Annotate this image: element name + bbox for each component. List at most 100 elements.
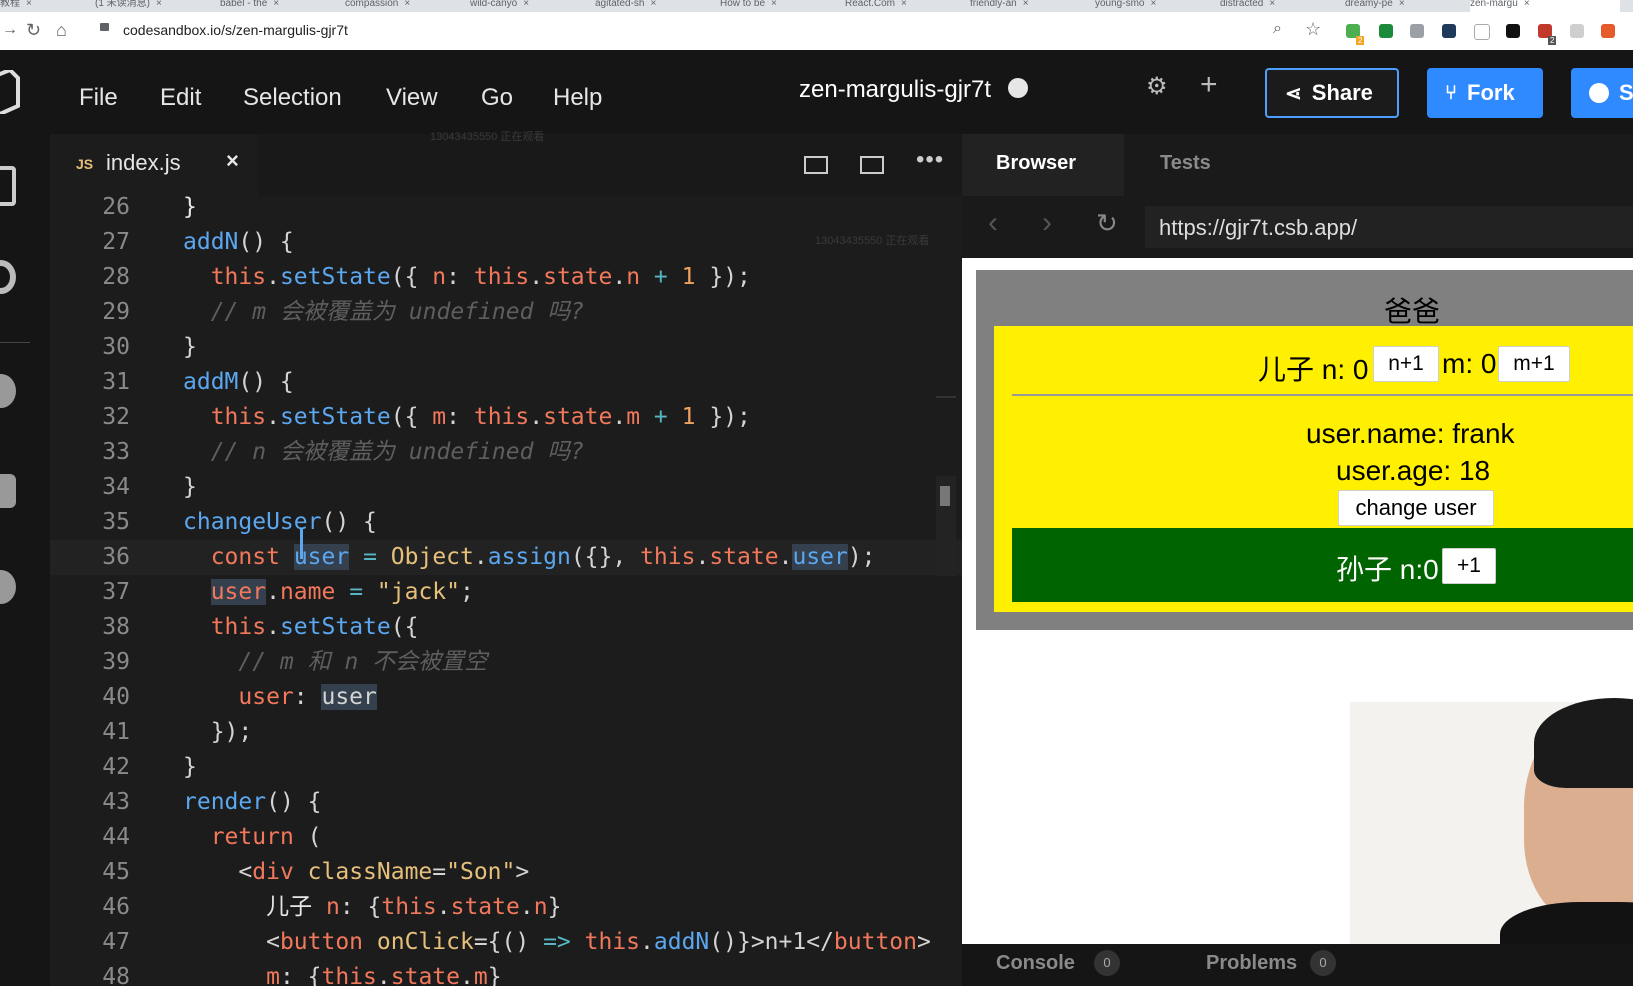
browser-tab[interactable]: How to be × [720,0,830,12]
github-icon[interactable] [0,374,16,408]
tab-browser[interactable]: Browser [962,134,1124,196]
code-line[interactable]: 40 user: user [50,680,962,715]
close-tab-icon[interactable]: × [1023,0,1029,9]
menu-selection[interactable]: Selection [243,84,342,112]
code-line[interactable]: 26} [50,196,962,225]
tab-tests[interactable]: Tests [1124,134,1254,196]
close-tab-icon[interactable]: × [26,0,32,9]
browser-tab[interactable]: babel - the × [220,0,330,12]
extension-icon[interactable] [1442,24,1456,38]
url-field[interactable]: codesandbox.io/s/zen-margulis-gjr7t [123,22,348,38]
menu-help[interactable]: Help [553,84,602,112]
browser-tab[interactable]: React.Com × [845,0,955,12]
extension-icon[interactable] [1570,24,1584,38]
code-line[interactable]: 41 }); [50,715,962,750]
close-tab-icon[interactable]: × [1150,0,1156,9]
code-line[interactable]: 31 addM() { [50,365,962,400]
github-signin-button[interactable]: S [1571,68,1633,118]
m-plus-button[interactable]: m+1 [1498,346,1570,382]
code-line[interactable]: 42} [50,750,962,785]
extension-icon[interactable] [1474,24,1490,40]
code-line[interactable]: 39 // m 和 n 不会被置空 [50,645,962,680]
code-text: m: {this.state.m} [266,964,502,986]
browser-tab[interactable]: distracted × [1220,0,1330,12]
forward-icon[interactable]: › [1042,206,1052,240]
home-icon[interactable]: ⌂ [56,20,67,41]
code-line[interactable]: 30} [50,330,962,365]
browser-tab[interactable]: agitated-sh × [595,0,705,12]
browser-tab[interactable]: wild-canyo × [470,0,580,12]
code-line[interactable]: 44 return ( [50,820,962,855]
close-tab-icon[interactable]: × [156,0,162,9]
extension-icon[interactable] [1601,24,1615,38]
close-tab-icon[interactable]: × [1524,0,1530,9]
menu-edit[interactable]: Edit [160,84,201,112]
gear-icon[interactable]: ⚙ [1146,72,1168,101]
close-tab-icon[interactable]: × [771,0,777,9]
change-user-button[interactable]: change user [1338,490,1494,526]
code-line[interactable]: 28 this.setState({ n: this.state.n + 1 }… [50,260,962,295]
preview-url-input[interactable]: https://gjr7t.csb.app/ [1145,206,1633,248]
code-line[interactable]: 29 // m 会被覆盖为 undefined 吗? [50,295,962,330]
code-line[interactable]: 34} [50,470,962,505]
extension-icon[interactable] [1506,24,1520,38]
n-plus-button[interactable]: n+1 [1373,346,1439,382]
close-icon[interactable]: × [226,148,239,174]
close-tab-icon[interactable]: × [1269,0,1275,9]
code-line[interactable]: 38 this.setState({ [50,610,962,645]
close-tab-icon[interactable]: × [523,0,529,9]
reload-icon[interactable]: ↻ [26,20,41,41]
close-tab-icon[interactable]: × [650,0,656,9]
close-tab-icon[interactable]: × [273,0,279,9]
menu-file[interactable]: File [79,84,118,112]
fork-button[interactable]: ⑂ Fork [1427,68,1543,118]
code-line[interactable]: 37 user.name = "jack"; [50,575,962,610]
problems-tab[interactable]: Problems [1206,952,1297,975]
plus-icon[interactable]: + [1200,68,1218,102]
close-tab-icon[interactable]: × [1399,0,1405,9]
deploy-icon[interactable] [0,474,16,508]
code-line[interactable]: 46 儿子 n: {this.state.n} [50,890,962,925]
browser-tab-active[interactable]: zen-margu × [1470,0,1620,12]
menu-view[interactable]: View [386,84,438,112]
browser-tab[interactable]: compassion × [345,0,455,12]
extension-icon[interactable] [1410,24,1424,38]
browser-tab[interactable]: dreamy-pe × [1345,0,1455,12]
code-line[interactable]: 45 <div className="Son"> [50,855,962,890]
split-editor-icon[interactable] [804,156,828,174]
refresh-icon[interactable]: ↻ [1096,208,1118,239]
code-line[interactable]: 48 m: {this.state.m} [50,960,962,986]
bookmark-star-icon[interactable]: ☆ [1305,19,1321,40]
sandbox-info-icon[interactable] [0,166,16,206]
close-tab-icon[interactable]: × [404,0,410,9]
browser-tab[interactable]: (1 未读消息) × [95,0,205,12]
editor-tab-active[interactable]: JS index.js × [50,134,258,196]
share-button[interactable]: ⋖ Share [1265,68,1399,118]
sandbox-name[interactable]: zen-margulis-gjr7t [799,76,991,104]
code-line[interactable]: 43 render() { [50,785,962,820]
settings-icon[interactable] [0,260,16,294]
code-editor[interactable]: 26} 27 addN() {28 this.setState({ n: this.… [50,196,962,986]
code-line[interactable]: 47 <button onClick={() => this.addN()}>n… [50,925,962,960]
code-line[interactable]: 32 this.setState({ m: this.state.m + 1 }… [50,400,962,435]
console-tab[interactable]: Console [996,952,1075,975]
close-tab-icon[interactable]: × [901,0,907,9]
extension-icon[interactable] [1379,24,1393,38]
browser-tab[interactable]: friendly-an × [970,0,1080,12]
zoom-icon[interactable]: ⌕ [1273,20,1282,38]
codesandbox-logo-icon[interactable] [0,70,20,114]
browser-tab[interactable]: young-smo × [1095,0,1205,12]
forward-icon[interactable]: → [2,21,18,39]
code-line[interactable]: 33 // n 会被覆盖为 undefined 吗? [50,435,962,470]
more-icon[interactable]: ••• [916,146,944,174]
code-line[interactable]: 36 const user = Object.assign({}, this.s… [50,540,962,575]
menu-go[interactable]: Go [481,84,513,112]
code-line[interactable]: 35 changeUser() { [50,505,962,540]
browser-tab[interactable]: 教程 × [0,0,90,12]
console-count-badge: 0 [1094,950,1120,976]
plus-one-button[interactable]: +1 [1442,548,1496,584]
preview-icon[interactable] [860,156,884,174]
live-icon[interactable] [0,570,16,604]
scrollbar-thumb[interactable] [940,486,950,506]
back-icon[interactable]: ‹ [988,206,998,240]
